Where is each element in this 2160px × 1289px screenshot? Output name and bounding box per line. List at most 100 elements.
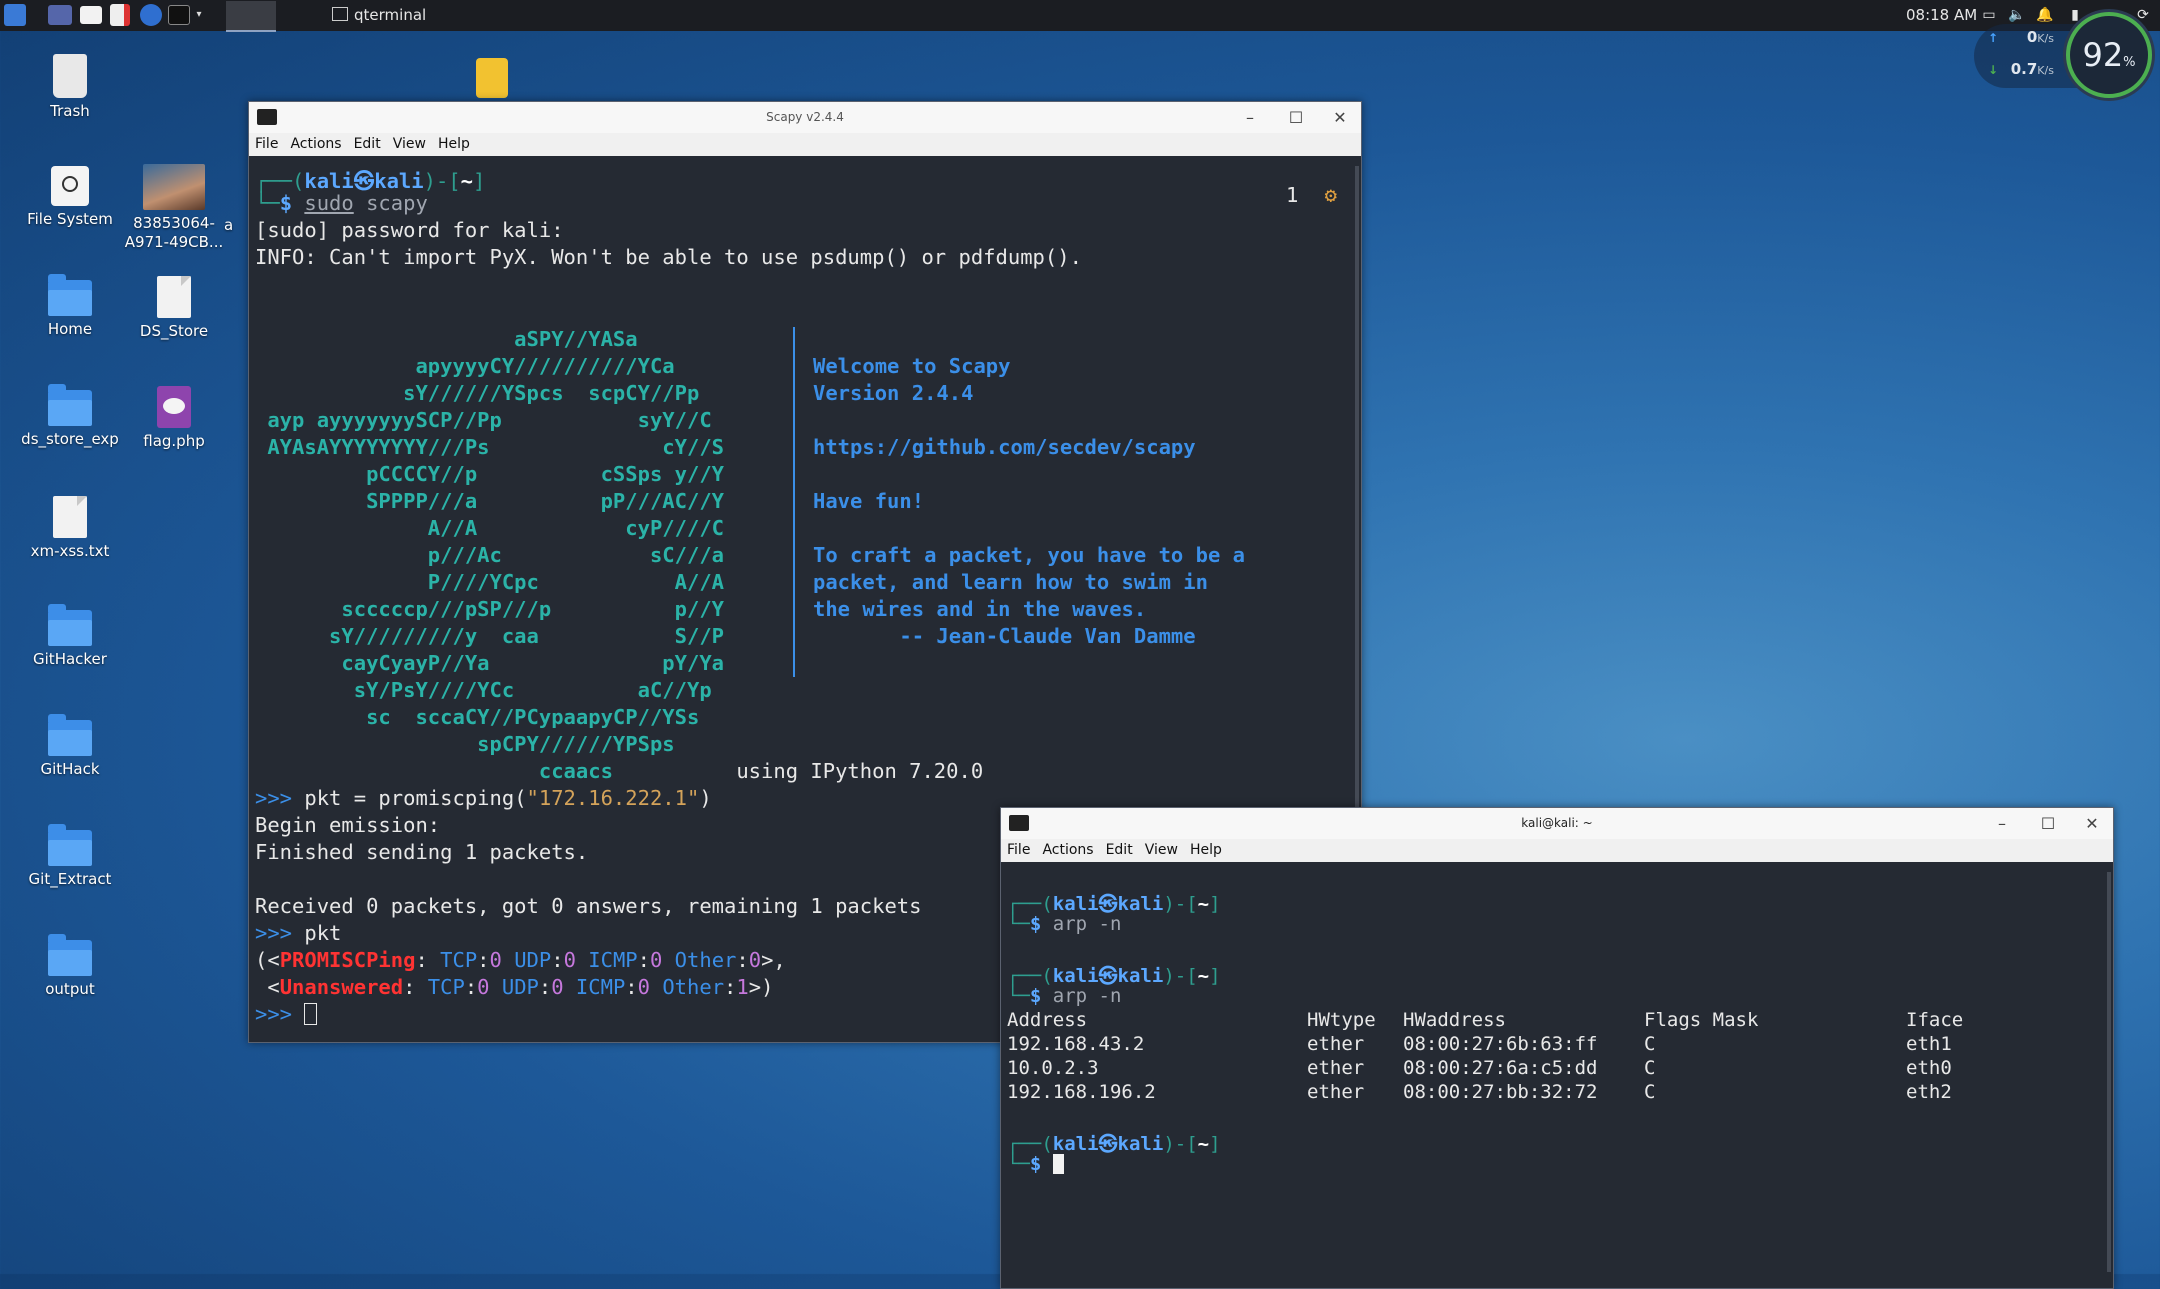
desktop-icon-xm-xss[interactable]: xm-xss.txt: [8, 494, 132, 561]
minimize-icon[interactable]: –: [1987, 808, 2017, 839]
desktop-icon-githack[interactable]: GitHack: [8, 714, 132, 779]
table-cell: 10.0.2.3: [1007, 1057, 1099, 1079]
welcome-line: -- Jean-Claude Van Damme: [813, 624, 1196, 648]
table-cell: C: [1644, 1033, 1656, 1055]
welcome-line[interactable]: https://github.com/secdev/scapy: [813, 435, 1196, 459]
menu-view[interactable]: View: [387, 133, 432, 156]
desktop-icon-githacker[interactable]: GitHacker: [8, 604, 132, 669]
show-desktop-icon[interactable]: [48, 5, 72, 25]
trash-icon: [53, 54, 87, 98]
menu-actions[interactable]: Actions: [1036, 839, 1099, 862]
gauge-unit: %: [2123, 55, 2136, 70]
prompt-line: ┌──(kali㉿kali)-[~]: [1007, 893, 1221, 915]
menu-edit[interactable]: Edit: [348, 133, 387, 156]
table-header-cell: Address: [1007, 1009, 1088, 1031]
menu-view[interactable]: View: [1139, 839, 1184, 862]
desktop-icon-output[interactable]: output: [8, 934, 132, 999]
desktop-icon-flag-php[interactable]: flag.php: [112, 384, 236, 451]
menu-help[interactable]: Help: [1184, 839, 1228, 862]
ipython-version: using IPython 7.20.0: [255, 759, 984, 783]
web-browser-icon[interactable]: [140, 4, 162, 26]
desktop-icon-git-extract[interactable]: Git_Extract: [8, 824, 132, 889]
desktop-icon-label: flag.php: [143, 432, 205, 450]
welcome-line: Version 2.4.4: [813, 381, 974, 405]
desktop-icon-label: output: [45, 980, 95, 998]
desktop-icon-image[interactable]: 83853064-A971-49CB...: [112, 164, 236, 252]
table-cell: eth2: [1906, 1081, 1952, 1103]
prompt-line: ┌──(kali㉿kali)-[~]: [255, 169, 486, 193]
menu-file[interactable]: File: [249, 133, 284, 156]
desktop-icon-label: 83853064-A971-49CB...: [124, 214, 224, 251]
drive-icon: [51, 166, 89, 206]
ascii-art-line: apyyyyCY//////////YCa: [255, 354, 675, 378]
table-cell: 192.168.196.2: [1007, 1081, 1156, 1103]
binary-file-icon: [157, 276, 191, 318]
gauge-value: 92: [2082, 36, 2124, 74]
desktop-icon-partial[interactable]: a: [224, 164, 244, 235]
kali-menu-icon[interactable]: [4, 4, 26, 26]
maximize-icon[interactable]: ☐: [1281, 102, 1311, 133]
text-cursor: [304, 1003, 318, 1025]
notification-bell-icon[interactable]: 🔔: [2036, 6, 2054, 24]
download-unit: K/s: [2037, 64, 2054, 77]
minimize-icon[interactable]: –: [1235, 102, 1265, 133]
php-file-icon: [157, 386, 191, 428]
terminal-launcher-icon[interactable]: [168, 5, 190, 25]
workspace-switcher[interactable]: [226, 1, 276, 32]
input-line-1: >>> pkt = promiscping("172.16.222.1"): [255, 786, 712, 810]
table-cell: ether: [1307, 1081, 1365, 1103]
table-cell: ether: [1307, 1057, 1365, 1079]
lightbulb-file-icon[interactable]: [476, 58, 508, 98]
table-cell: 08:00:27:6a:c5:dd: [1403, 1057, 1598, 1079]
close-icon[interactable]: ✕: [2077, 808, 2107, 839]
menu-help[interactable]: Help: [432, 133, 476, 156]
upload-unit: K/s: [2037, 32, 2054, 45]
folder-icon: [48, 604, 92, 646]
memory-gauge: 92%: [2066, 12, 2152, 98]
download-arrow-icon: ↓: [1988, 63, 1999, 77]
table-cell: eth0: [1906, 1057, 1952, 1079]
table-cell: 192.168.43.2: [1007, 1033, 1145, 1055]
desktop-icon-trash[interactable]: Trash: [8, 54, 132, 121]
window-titlebar[interactable]: kali@kali: ~ – ☐ ✕: [1001, 808, 2113, 839]
maximize-icon[interactable]: ☐: [2033, 808, 2063, 839]
prompt-line: ┌──(kali㉿kali)-[~]: [1007, 1133, 1221, 1155]
display-icon[interactable]: ▭: [1980, 6, 1998, 24]
download-speed: 0.7: [2010, 60, 2038, 78]
window-titlebar[interactable]: Scapy v2.4.4 – ☐ ✕: [249, 102, 1361, 133]
top-panel: ▾ qterminal 08:18 AM ▭ 🔈 🔔 ▮ ● ⟳: [0, 0, 2160, 32]
menu-edit[interactable]: Edit: [1100, 839, 1139, 862]
close-icon[interactable]: ✕: [1325, 102, 1355, 133]
welcome-line: the wires and in the waves.: [813, 597, 1147, 621]
terminal-output[interactable]: ┌──(kali㉿kali)-[~] └─$ arp -n ┌──(kali㉿k…: [1001, 862, 2113, 1288]
clock[interactable]: 08:18 AM: [1906, 3, 1977, 28]
taskbar-item-label: qterminal: [354, 6, 427, 24]
ascii-art-line: sY//////YSpcs scpCY//Pp: [255, 381, 700, 405]
input-line-3[interactable]: >>>: [255, 1002, 318, 1026]
desktop-icon-label: Git_Extract: [28, 870, 112, 888]
menu-actions[interactable]: Actions: [284, 133, 347, 156]
terminal-icon: [332, 7, 348, 21]
window-title: kali@kali: ~: [1521, 816, 1593, 830]
home-folder-icon: [48, 274, 92, 316]
command-line[interactable]: └─$: [1007, 1153, 1064, 1175]
window-title: Scapy v2.4.4: [766, 110, 844, 124]
desktop-icon-ds-store[interactable]: DS_Store: [112, 274, 236, 341]
ascii-art-line: A//A cyP////C: [255, 516, 724, 540]
image-thumbnail: [143, 164, 205, 210]
file-manager-icon[interactable]: [80, 6, 102, 24]
taskbar-item-qterminal[interactable]: qterminal: [332, 3, 426, 28]
ascii-art-line: spCPY//////YPSps: [255, 732, 675, 756]
text-editor-icon[interactable]: [110, 4, 130, 26]
table-cell: eth1: [1906, 1033, 1952, 1055]
upload-arrow-icon: ↑: [1988, 31, 1999, 45]
gear-icon[interactable]: ⚙: [1325, 183, 1337, 207]
menu-file[interactable]: File: [1001, 839, 1036, 862]
table-cell: C: [1644, 1057, 1656, 1079]
volume-icon[interactable]: 🔈: [2008, 6, 2026, 24]
chevron-down-icon[interactable]: ▾: [194, 4, 204, 26]
ascii-art-line: P////YCpc A//A: [255, 570, 724, 594]
result-promiscping: (<PROMISCPing: TCP:0 UDP:0 ICMP:0 Other:…: [255, 948, 786, 972]
arp-terminal-window[interactable]: kali@kali: ~ – ☐ ✕ File Actions Edit View He…: [1000, 807, 2114, 1289]
scrollbar[interactable]: [2107, 872, 2111, 1272]
